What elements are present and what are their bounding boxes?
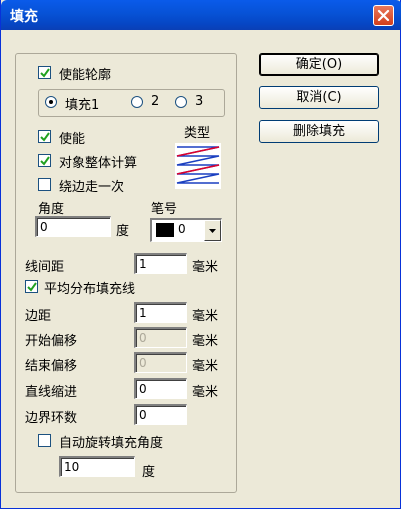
rotate-angle-input[interactable]: 10 — [59, 456, 135, 477]
pen-select[interactable]: 0 — [150, 218, 222, 242]
around-once-checkbox[interactable] — [38, 178, 51, 191]
fill-dialog: 填充 使能轮廓 填充1 2 3 使能 类型 对象整体计算 绕边走一次 角度 0 … — [0, 0, 401, 509]
checkmark-icon — [40, 156, 50, 166]
fill-enable-checkbox[interactable] — [38, 130, 51, 143]
fill-1-radio[interactable] — [45, 96, 57, 108]
around-once-label: 绕边走一次 — [59, 180, 125, 195]
rotate-angle-unit: 度 — [142, 465, 156, 480]
border-loops-label: 边界环数 — [25, 411, 78, 426]
line-spacing-label: 线间距 — [25, 260, 65, 275]
end-offset-value: 0 — [139, 356, 147, 370]
border-loops-value: 0 — [139, 408, 147, 422]
avg-distribute-checkbox[interactable] — [25, 280, 38, 293]
margin-value: 1 — [139, 306, 147, 320]
start-offset-label: 开始偏移 — [25, 334, 78, 349]
zigzag-pattern-icon — [176, 146, 220, 184]
chevron-down-icon — [209, 229, 216, 233]
start-offset-input[interactable]: 0 — [134, 327, 187, 348]
end-offset-label: 结束偏移 — [25, 359, 78, 374]
angle-unit: 度 — [116, 224, 130, 239]
end-offset-input[interactable]: 0 — [134, 352, 187, 373]
fill-2-radio[interactable] — [131, 96, 143, 108]
fill-type-pattern-button[interactable] — [175, 143, 221, 189]
line-indent-value: 0 — [139, 382, 147, 396]
line-indent-input[interactable]: 0 — [134, 378, 187, 399]
outline-enable-checkbox[interactable] — [38, 66, 51, 79]
auto-rotate-checkbox[interactable] — [38, 434, 51, 447]
delete-fill-button[interactable]: 删除填充 — [259, 120, 379, 143]
title-bar[interactable]: 填充 — [1, 0, 401, 30]
ok-button[interactable]: 确定(O) — [259, 53, 379, 76]
window-title: 填充 — [10, 9, 38, 25]
angle-value: 0 — [40, 220, 48, 234]
rotate-angle-value: 10 — [64, 460, 80, 474]
start-offset-unit: 毫米 — [192, 334, 219, 349]
avg-distribute-label: 平均分布填充线 — [44, 282, 136, 297]
margin-label: 边距 — [25, 309, 52, 324]
checkmark-icon — [40, 132, 50, 142]
pen-value: 0 — [178, 222, 186, 236]
angle-label: 角度 — [38, 202, 65, 217]
close-icon — [377, 9, 390, 22]
close-button[interactable] — [373, 5, 394, 26]
line-spacing-value: 1 — [139, 257, 147, 271]
cancel-button[interactable]: 取消(C) — [259, 86, 379, 109]
fill-3-radio[interactable] — [175, 96, 187, 108]
start-offset-value: 0 — [139, 331, 147, 345]
auto-rotate-label: 自动旋转填充角度 — [59, 436, 164, 451]
line-spacing-unit: 毫米 — [192, 260, 219, 275]
margin-input[interactable]: 1 — [134, 302, 187, 323]
end-offset-unit: 毫米 — [192, 359, 219, 374]
whole-object-label: 对象整体计算 — [59, 156, 138, 171]
type-label: 类型 — [184, 126, 211, 141]
checkmark-icon — [27, 282, 37, 292]
checkmark-icon — [40, 68, 50, 78]
pen-dropdown-button[interactable] — [204, 220, 221, 241]
pen-label: 笔号 — [151, 202, 178, 217]
whole-object-checkbox[interactable] — [38, 154, 51, 167]
fill-2-label: 2 — [151, 94, 160, 109]
border-loops-input[interactable]: 0 — [134, 404, 187, 425]
fill-3-label: 3 — [195, 94, 204, 109]
fill-enable-label: 使能 — [59, 132, 86, 147]
margin-unit: 毫米 — [192, 309, 219, 324]
fill-1-label: 填充1 — [65, 98, 100, 113]
line-indent-label: 直线缩进 — [25, 385, 78, 400]
line-spacing-input[interactable]: 1 — [134, 253, 187, 274]
pen-color-swatch — [156, 223, 174, 237]
line-indent-unit: 毫米 — [192, 385, 219, 400]
angle-input[interactable]: 0 — [35, 216, 111, 237]
outline-enable-label: 使能轮廓 — [59, 68, 112, 83]
